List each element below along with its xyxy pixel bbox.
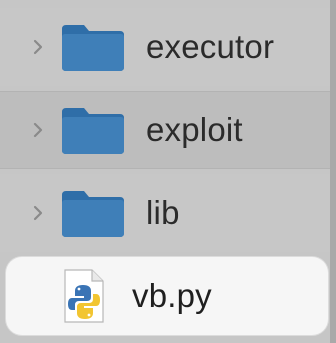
list-item-lib[interactable]: lib xyxy=(0,174,330,252)
folder-icon xyxy=(60,104,126,156)
chevron-right-icon[interactable] xyxy=(26,38,50,56)
chevron-right-icon[interactable] xyxy=(26,121,50,139)
folder-icon xyxy=(60,21,126,73)
python-file-icon xyxy=(62,267,106,325)
item-label: lib xyxy=(146,194,180,231)
file-browser-panel: executor exploit lib vb.py xyxy=(0,0,336,343)
chevron-right-icon[interactable] xyxy=(26,204,50,222)
item-label: exploit xyxy=(146,111,243,148)
item-label: executor xyxy=(146,28,275,65)
list-item-exploit[interactable]: exploit xyxy=(0,91,330,169)
list-item-executor[interactable]: executor xyxy=(0,8,330,86)
list-item-vb-py[interactable]: vb.py xyxy=(6,257,328,335)
item-label: vb.py xyxy=(132,277,212,314)
folder-icon xyxy=(60,187,126,239)
